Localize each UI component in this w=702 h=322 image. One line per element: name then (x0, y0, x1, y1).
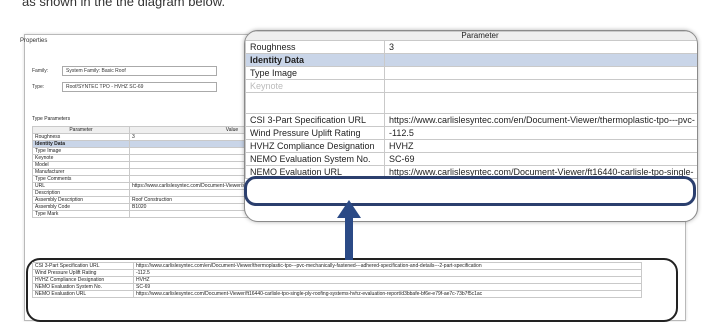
param-name: Type Image (245, 66, 385, 80)
param-name: URL (32, 182, 130, 190)
param-value[interactable]: -112.5 (133, 269, 642, 277)
param-name: Keynote (32, 154, 130, 162)
table-row[interactable]: CSI 3-Part Specification URL https://www.… (245, 113, 697, 127)
family-row: Family: System Family: Basic Roof (32, 66, 217, 76)
caption-text: as shown in the the diagram below. (22, 0, 226, 9)
table-row[interactable]: NEMO Evaluation URL https://www.carlisles… (32, 290, 642, 298)
table-row[interactable]: NEMO Evaluation System No. SC-69 (245, 152, 697, 166)
nemo-url-highlight-outline (244, 176, 696, 206)
table-row[interactable]: NEMO Evaluation System No. SC-69 (32, 283, 642, 291)
group-name: Identity Data (245, 53, 385, 67)
param-value[interactable]: https://www.carlislesyntec.com/en/Docume… (384, 113, 697, 127)
type-parameters-label: Type Parameters (32, 116, 71, 122)
param-value[interactable]: HVHZ (384, 139, 697, 153)
param-name: Keynote (245, 79, 385, 93)
param-value[interactable]: https://www.carlislesyntec.com/Document-… (133, 290, 642, 298)
table-row[interactable]: Wind Pressure Uplift Rating -112.5 (245, 126, 697, 140)
group-name: Identity Data (32, 140, 130, 148)
group-row[interactable]: Identity Data (245, 53, 697, 67)
param-name: NEMO Evaluation System No. (245, 152, 385, 166)
param-value[interactable]: -112.5 (384, 126, 697, 140)
param-name: Model (32, 161, 130, 169)
param-name: HVHZ Compliance Designation (32, 276, 134, 284)
family-label: Family: (32, 68, 49, 74)
param-value[interactable] (384, 79, 697, 93)
param-name (245, 92, 385, 114)
param-name: NEMO Evaluation System No. (32, 283, 134, 291)
table-row[interactable]: CSI 3-Part Specification URL https://www.… (32, 262, 642, 270)
spacer-row (245, 92, 697, 114)
param-name: Assembly Code (32, 203, 130, 211)
header-parameter: Parameter (32, 126, 130, 134)
param-name: Type Image (32, 147, 130, 155)
param-value[interactable]: SC-69 (133, 283, 642, 291)
param-value[interactable]: SC-69 (384, 152, 697, 166)
param-name: HVHZ Compliance Designation (245, 139, 385, 153)
family-select[interactable]: System Family: Basic Roof (62, 66, 217, 76)
param-value (384, 92, 697, 114)
table-row[interactable]: HVHZ Compliance Designation HVHZ (32, 276, 642, 284)
param-name: CSI 3-Part Specification URL (32, 262, 134, 270)
up-arrow-icon (337, 200, 361, 260)
param-name: Roughness (245, 40, 385, 54)
table-row[interactable]: Wind Pressure Uplift Rating -112.5 (32, 269, 642, 277)
param-name: Type Comments (32, 175, 130, 183)
param-value[interactable]: https://www.carlislesyntec.com/en/Docume… (133, 262, 642, 270)
param-name: Description (32, 189, 130, 197)
param-value (384, 53, 697, 67)
custom-parameters-table: CSI 3-Part Specification URL https://www.… (32, 262, 642, 298)
param-name: NEMO Evaluation URL (32, 290, 134, 298)
table-row[interactable]: Type Image (245, 66, 697, 80)
type-label: Type: (32, 84, 45, 90)
param-name: Roughness (32, 133, 130, 141)
param-name: Wind Pressure Uplift Rating (32, 269, 134, 277)
table-row[interactable]: Roughness 3 (245, 40, 697, 54)
param-name: Assembly Description (32, 196, 130, 204)
table-row[interactable]: HVHZ Compliance Designation HVHZ (245, 139, 697, 153)
param-name: CSI 3-Part Specification URL (245, 113, 385, 127)
param-value[interactable]: 3 (384, 40, 697, 54)
type-row: Type: Roof/SYNTEC TPO - HVHZ SC-69 (32, 82, 217, 92)
zoom-header-row: Parameter (245, 31, 697, 41)
type-select[interactable]: Roof/SYNTEC TPO - HVHZ SC-69 (62, 82, 217, 92)
param-value[interactable] (384, 66, 697, 80)
param-value[interactable]: HVHZ (133, 276, 642, 284)
zoom-header-parameter: Parameter (245, 31, 697, 41)
param-name: Manufacturer (32, 168, 130, 176)
param-name: Type Mark (32, 210, 130, 218)
table-row[interactable]: Keynote (245, 79, 697, 93)
param-name: Wind Pressure Uplift Rating (245, 126, 385, 140)
zoomed-parameters-table: Parameter Roughness 3 Identity Data Type … (245, 31, 697, 179)
dialog-title: Properties (20, 38, 48, 44)
